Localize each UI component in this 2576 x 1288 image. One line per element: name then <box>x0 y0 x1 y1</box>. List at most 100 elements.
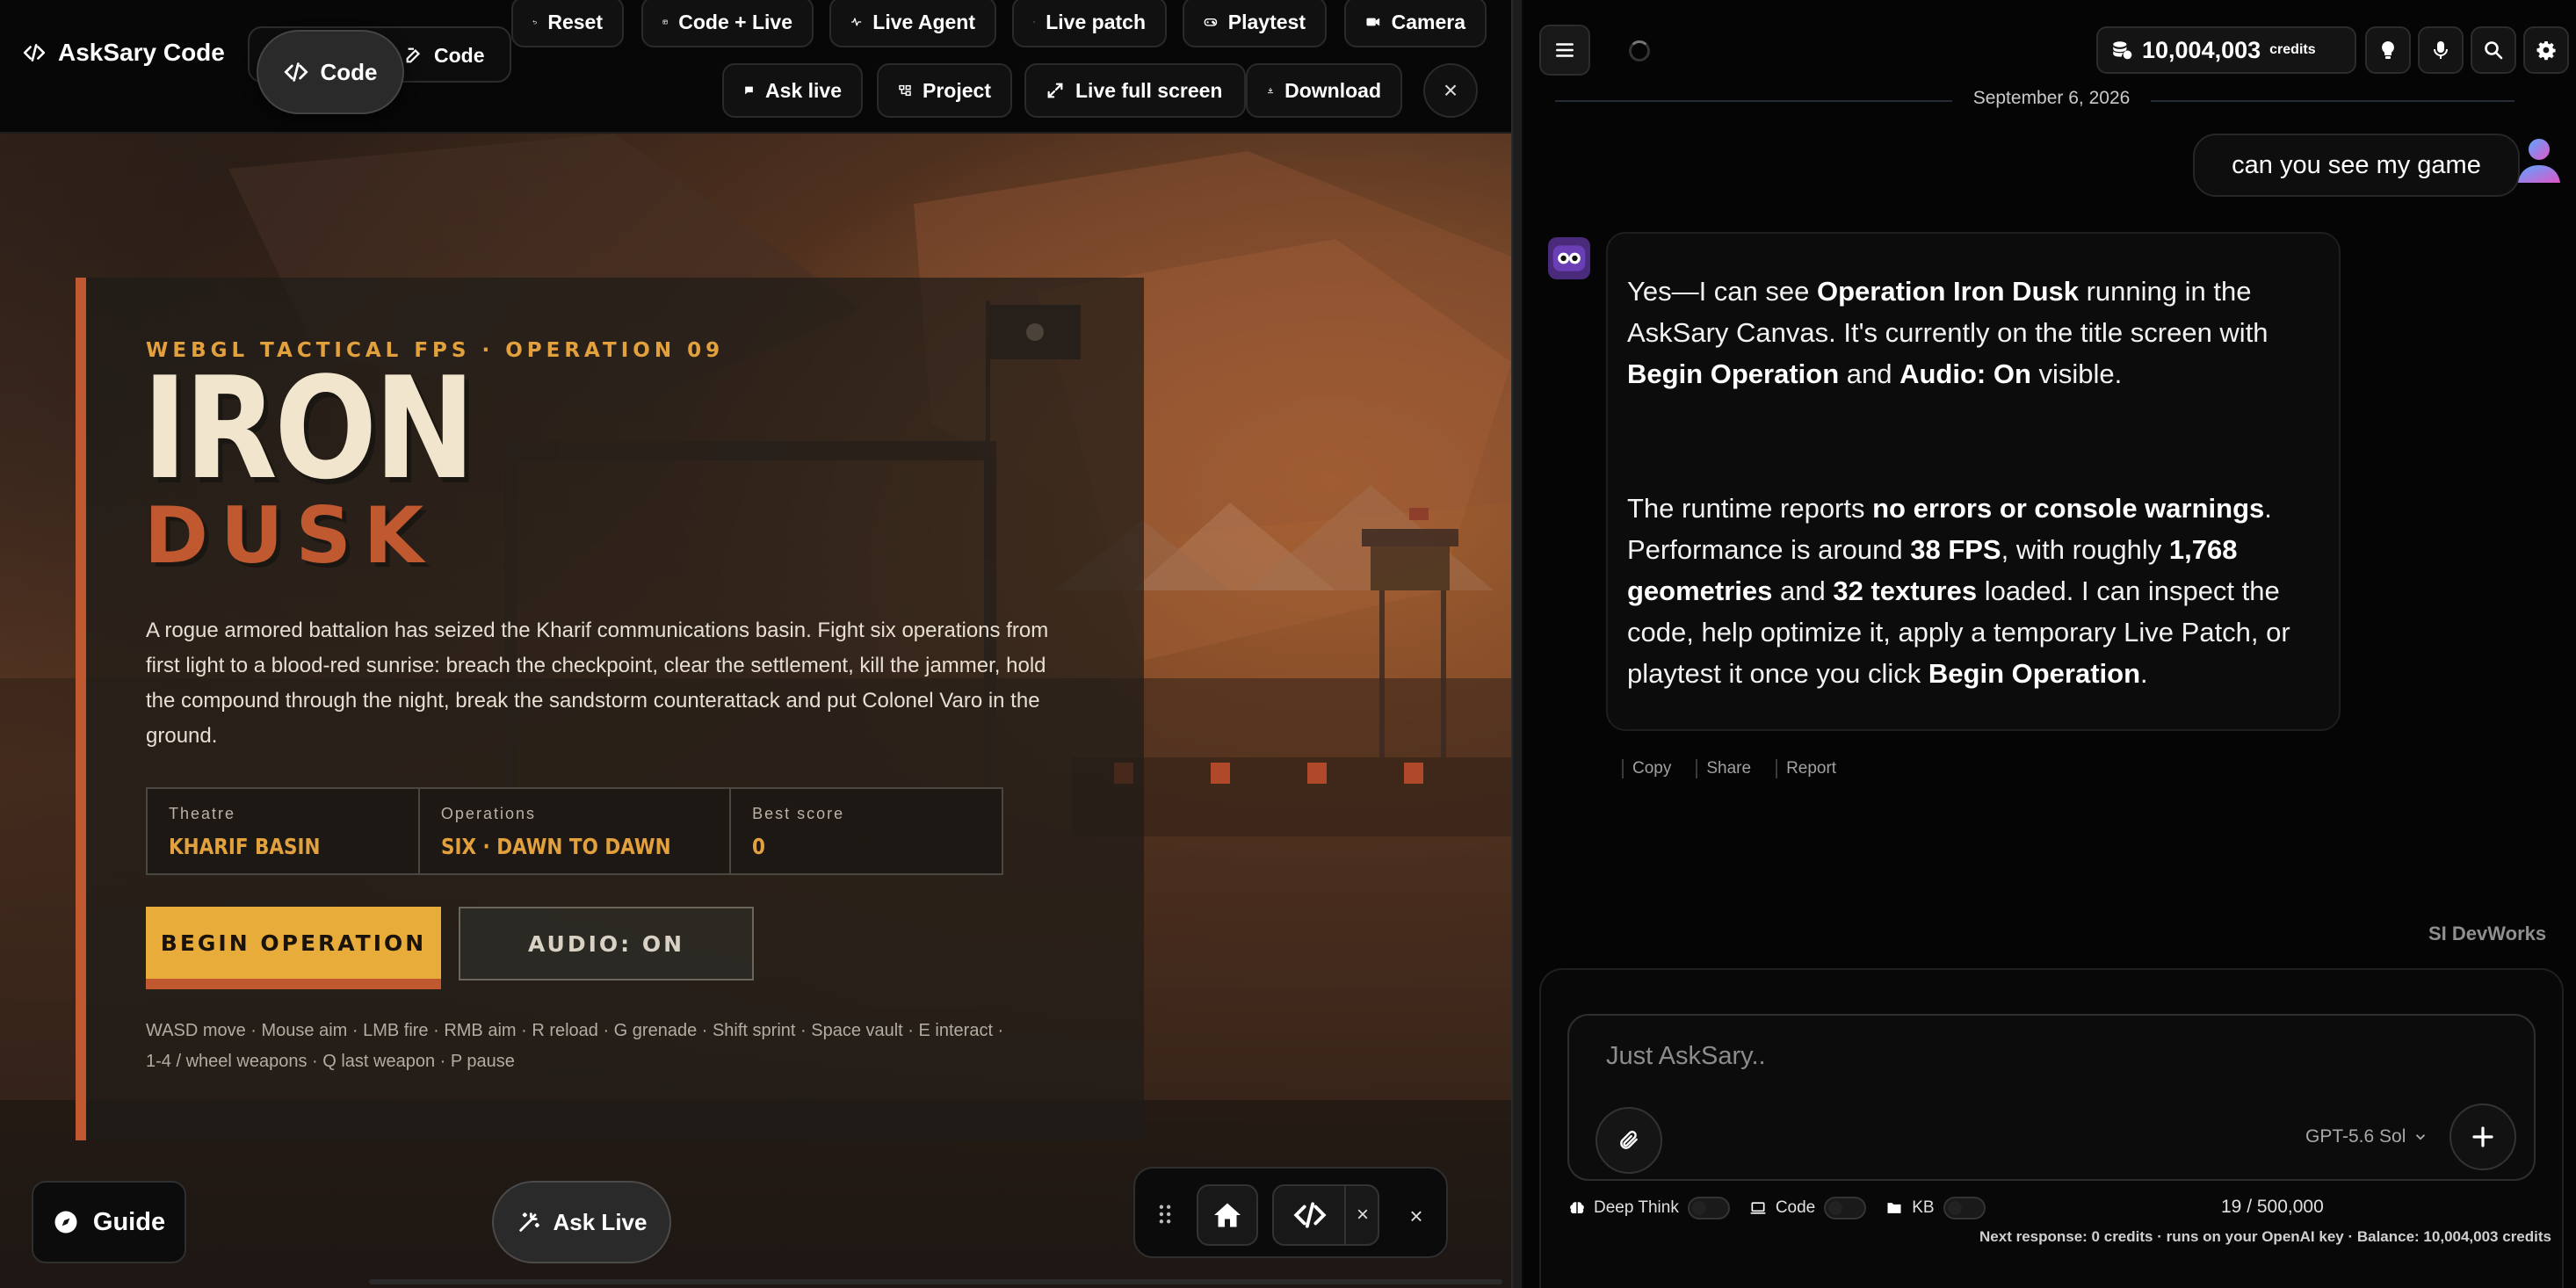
begin-operation-button[interactable]: BEGIN OPERATION <box>146 907 441 989</box>
ideas-button[interactable] <box>2365 26 2411 74</box>
assistant-paragraph-1: Yes—I can see Operation Iron Dusk runnin… <box>1627 271 2319 394</box>
title-panel <box>76 278 1144 1140</box>
credits-unit: credits <box>2269 42 2316 57</box>
user-message: can you see my game <box>2193 134 2520 197</box>
folder-icon <box>1885 1199 1903 1217</box>
project-button[interactable]: Project <box>877 63 1012 118</box>
deep-think-toggle[interactable]: Deep Think <box>1569 1197 1730 1219</box>
paperclip-icon <box>1617 1129 1640 1152</box>
home-button[interactable] <box>1197 1184 1258 1246</box>
live-agent-label: Live Agent <box>872 10 975 33</box>
pane-resize-handle[interactable] <box>1511 0 1523 1288</box>
reply-run: . <box>2140 658 2148 689</box>
close-canvas-button[interactable]: × <box>1423 63 1478 118</box>
kb-switch[interactable] <box>1943 1197 1986 1219</box>
project-label: Project <box>923 78 991 102</box>
audio-toggle-button[interactable]: AUDIO: ON <box>459 907 754 980</box>
project-tree-icon <box>898 81 912 100</box>
code-mode-switch-group[interactable]: Code <box>1749 1197 1867 1219</box>
code-live-label: Code + Live <box>678 10 792 33</box>
assistant-paragraph-2: The runtime reports no errors or console… <box>1627 488 2319 694</box>
credits-badge[interactable]: 10,004,003 credits <box>2096 26 2356 74</box>
live-agent-button[interactable]: Live Agent <box>829 0 996 47</box>
settings-button[interactable] <box>2523 26 2569 74</box>
chat-input[interactable]: Just AskSary.. GPT-5.6 Sol <box>1567 1014 2536 1181</box>
live-full-screen-button[interactable]: Live full screen <box>1024 63 1246 118</box>
download-button[interactable]: Download <box>1246 63 1402 118</box>
brand-label: SI DevWorks <box>2428 923 2547 944</box>
app-logo[interactable]: AskSary Code <box>23 39 225 67</box>
date-line-right <box>2151 100 2514 102</box>
download-label: Download <box>1284 78 1381 102</box>
undo-icon <box>532 12 537 32</box>
camera-button[interactable]: Camera <box>1344 0 1487 47</box>
share-action[interactable]: Share <box>1696 759 1751 778</box>
deep-think-switch[interactable] <box>1687 1197 1730 1219</box>
voice-button[interactable] <box>2418 26 2464 74</box>
playtest-label: Playtest <box>1227 10 1306 33</box>
deep-think-label: Deep Think <box>1594 1198 1679 1217</box>
character-count: 19 / 500,000 <box>2221 1197 2324 1217</box>
user-avatar[interactable] <box>2513 134 2565 186</box>
horizontal-scrollbar[interactable] <box>369 1279 1502 1284</box>
close-icon: × <box>1443 76 1458 104</box>
code-live-button[interactable]: Code + Live <box>641 0 814 47</box>
compass-icon <box>53 1209 79 1235</box>
split-view-icon <box>662 12 668 32</box>
game-viewport[interactable] <box>0 134 1511 1288</box>
copy-action[interactable]: Copy <box>1622 759 1671 778</box>
reply-run: The runtime reports <box>1627 493 1873 524</box>
pulse-icon <box>850 12 862 32</box>
reply-run: 38 FPS <box>1910 534 2001 565</box>
attach-button[interactable] <box>1596 1107 1662 1174</box>
date-separator: September 6, 2026 <box>1555 88 2514 112</box>
drag-handle-icon[interactable] <box>1154 1200 1176 1228</box>
date-label: September 6, 2026 <box>1972 88 2131 108</box>
coins-icon <box>2110 39 2133 62</box>
code-view-label: Code <box>320 58 378 85</box>
message-actions: Copy Share Report <box>1622 759 1836 778</box>
dock-close-small-button[interactable]: × <box>1344 1184 1379 1246</box>
code-view-button[interactable]: Code <box>257 30 404 114</box>
kb-toggle[interactable]: KB <box>1885 1197 1986 1219</box>
app-root: AskSary Code Code Code Reset Code + Live… <box>0 0 2576 1288</box>
reply-run: and <box>1772 575 1834 606</box>
reply-run: 32 textures <box>1833 575 1978 606</box>
search-icon <box>2483 40 2504 61</box>
mode-toggles: Deep Think Code KB <box>1569 1195 1986 1221</box>
live-patch-button[interactable]: Live patch <box>1012 0 1167 47</box>
lightbulb-icon <box>2377 40 2399 61</box>
code-mode-switch[interactable] <box>1824 1197 1867 1219</box>
chat-bubble-icon <box>743 81 755 100</box>
playtest-button[interactable]: Playtest <box>1183 0 1327 47</box>
ask-live-button[interactable]: Ask Live <box>492 1181 671 1263</box>
new-chat-button[interactable] <box>2449 1103 2516 1170</box>
dock-close-button[interactable]: × <box>1399 1198 1434 1234</box>
magic-wand-icon <box>517 1210 541 1234</box>
guide-label: Guide <box>92 1207 166 1236</box>
menu-button[interactable] <box>1539 25 1590 76</box>
camera-label: Camera <box>1391 10 1465 33</box>
search-button[interactable] <box>2471 26 2516 74</box>
report-action[interactable]: Report <box>1776 759 1836 778</box>
edit-code-toggle[interactable]: Code <box>392 32 497 79</box>
chat-input-placeholder: Just AskSary.. <box>1606 1042 1766 1070</box>
home-icon <box>1212 1199 1243 1231</box>
ask-live-top-label: Ask live <box>765 78 842 102</box>
assistant-message: Yes—I can see Operation Iron Dusk runnin… <box>1606 232 2341 731</box>
reply-run: Begin Operation <box>1928 658 2141 689</box>
gear-icon <box>2536 40 2557 61</box>
assistant-avatar <box>1548 237 1590 279</box>
credits-value: 10,004,003 <box>2142 36 2261 63</box>
loading-spinner <box>1629 40 1650 62</box>
code-brackets-icon <box>23 41 46 64</box>
ask-live-top-button[interactable]: Ask live <box>722 63 863 118</box>
model-selector[interactable]: GPT-5.6 Sol <box>2305 1126 2428 1147</box>
brain-icon <box>1569 1200 1585 1216</box>
microphone-icon <box>2430 40 2451 61</box>
reset-button[interactable]: Reset <box>511 0 624 47</box>
floating-dock: × × <box>1133 1167 1448 1258</box>
expand-icon <box>1046 81 1065 100</box>
gamepad-icon <box>1204 12 1218 32</box>
guide-button[interactable]: Guide <box>32 1181 186 1263</box>
